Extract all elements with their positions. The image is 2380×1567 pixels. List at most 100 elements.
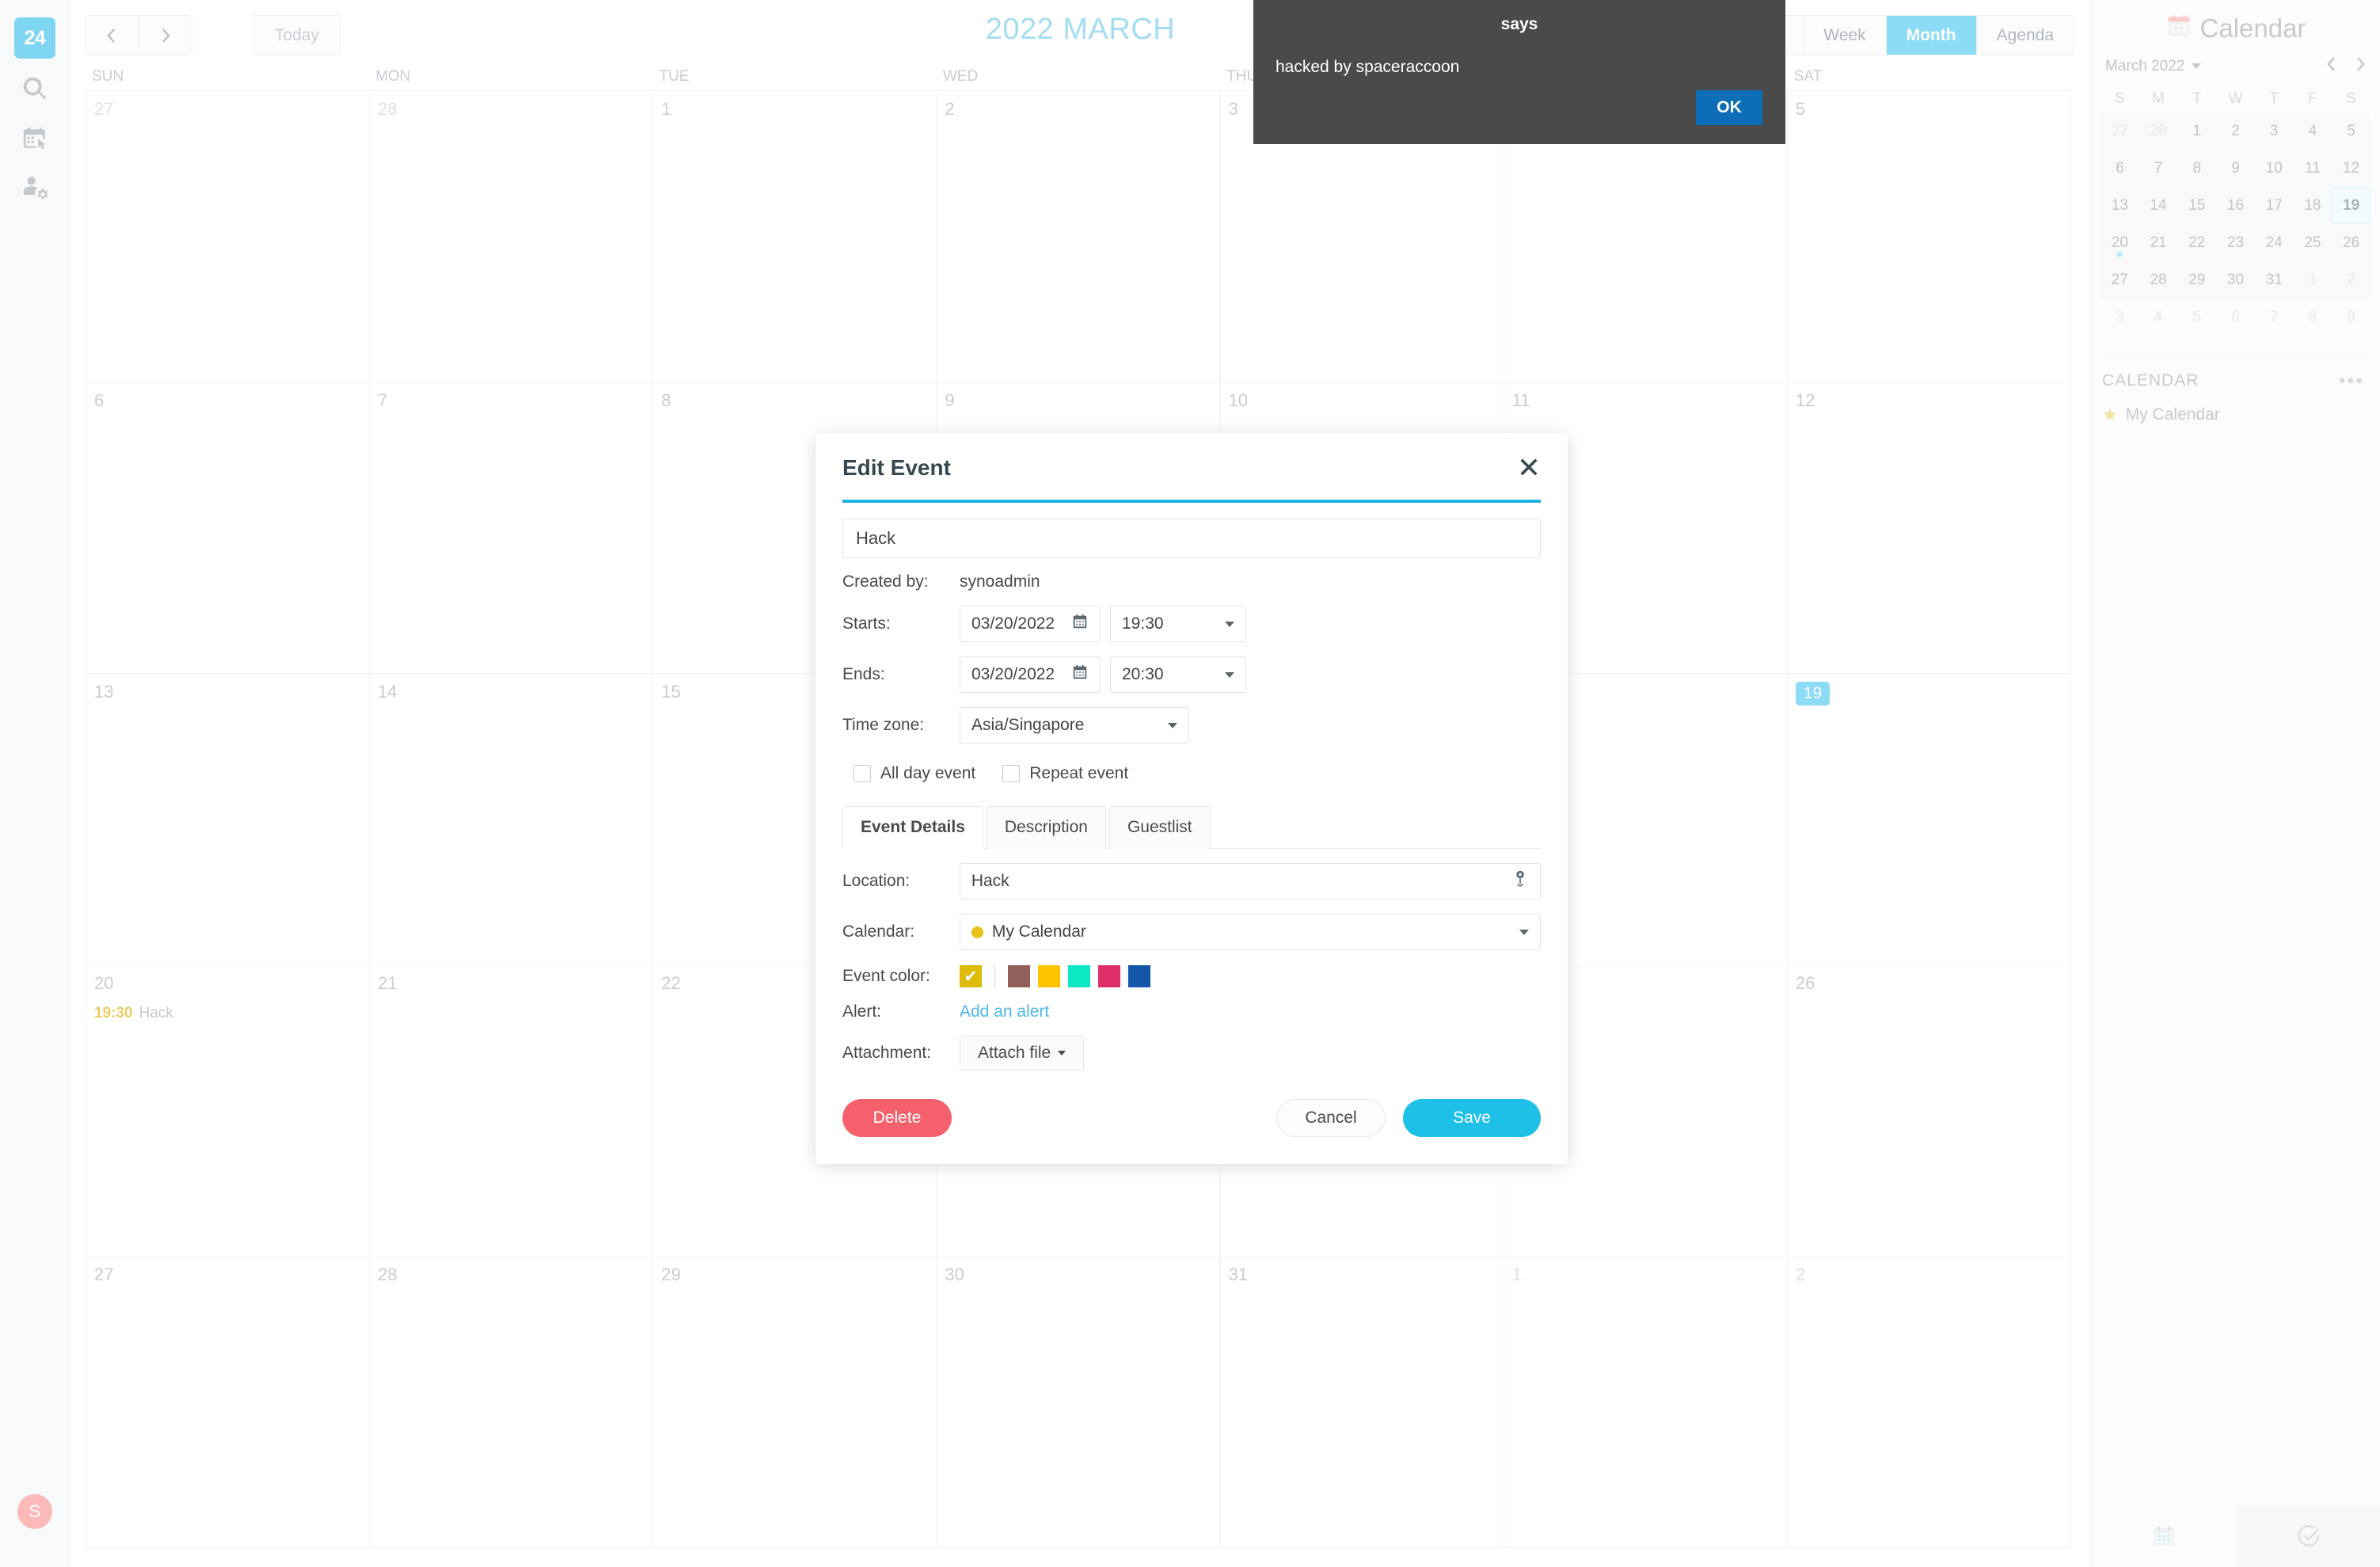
day-cell[interactable]: 6: [86, 382, 371, 674]
mini-day[interactable]: 26: [2332, 224, 2370, 261]
event-title-input[interactable]: [842, 519, 1541, 558]
mini-day[interactable]: 28: [2139, 112, 2178, 150]
event-color-swatch[interactable]: [1128, 965, 1150, 987]
day-cell[interactable]: 14: [370, 674, 654, 965]
mini-day[interactable]: 27: [2101, 112, 2139, 150]
mini-day[interactable]: 8: [2294, 299, 2332, 336]
day-cell[interactable]: 26: [1787, 965, 2071, 1257]
avatar[interactable]: S: [17, 1494, 52, 1529]
event-color-swatch[interactable]: [1008, 965, 1030, 987]
day-cell[interactable]: 30: [937, 1257, 1221, 1548]
mini-day[interactable]: 23: [2216, 224, 2255, 261]
event-color-swatch[interactable]: [1068, 965, 1090, 987]
mini-day[interactable]: 14: [2139, 187, 2178, 224]
day-cell[interactable]: 1: [1504, 1257, 1788, 1548]
mini-day[interactable]: 7: [2139, 150, 2178, 187]
day-cell[interactable]: 13: [86, 674, 371, 965]
day-cell[interactable]: 5: [1787, 91, 2071, 382]
calendar-picker-icon[interactable]: [1071, 664, 1089, 686]
mini-day[interactable]: 29: [2177, 261, 2216, 299]
mini-day[interactable]: 18: [2294, 187, 2332, 224]
search-icon[interactable]: [14, 68, 55, 109]
mini-day[interactable]: 20: [2101, 224, 2139, 261]
mini-day[interactable]: 22: [2177, 224, 2216, 261]
delete-button[interactable]: Delete: [842, 1099, 952, 1137]
day-cell[interactable]: 2: [1787, 1257, 2071, 1548]
mini-day[interactable]: 5: [2177, 299, 2216, 336]
all-day-event-checkbox[interactable]: All day event: [854, 764, 975, 783]
mini-next-month-button[interactable]: [2353, 55, 2367, 78]
day-cell[interactable]: 7: [370, 382, 654, 674]
mini-day[interactable]: 4: [2139, 299, 2178, 336]
calendar-select[interactable]: My Calendar: [959, 914, 1541, 950]
cancel-button[interactable]: Cancel: [1276, 1099, 1386, 1137]
mini-day[interactable]: 3: [2255, 112, 2294, 150]
mini-day[interactable]: 5: [2332, 112, 2370, 150]
mini-day[interactable]: 6: [2101, 150, 2139, 187]
mini-day[interactable]: 9: [2332, 299, 2370, 336]
day-cell[interactable]: 31: [1220, 1257, 1504, 1548]
view-tab-month[interactable]: Month: [1886, 16, 1977, 55]
view-tab-agenda[interactable]: Agenda: [1976, 16, 2074, 55]
mini-day[interactable]: 28: [2139, 261, 2178, 299]
mini-day[interactable]: 13: [2101, 187, 2139, 224]
day-cell[interactable]: 27: [86, 91, 371, 382]
calendar-picker-icon[interactable]: [1071, 613, 1089, 635]
repeat-event-checkbox[interactable]: Repeat event: [1002, 764, 1128, 783]
mini-day[interactable]: 15: [2177, 187, 2216, 224]
user-settings-icon[interactable]: [14, 166, 55, 207]
day-cell[interactable]: 20 19:30 Hack: [86, 965, 371, 1257]
mini-day[interactable]: 30: [2216, 261, 2255, 299]
calendar-event[interactable]: 19:30 Hack: [94, 1005, 369, 1022]
mini-day-selected[interactable]: 19: [2332, 187, 2370, 224]
day-cell[interactable]: 27: [86, 1257, 371, 1548]
day-cell[interactable]: 1: [653, 91, 937, 382]
end-time-select[interactable]: 20:30: [1110, 656, 1246, 693]
attach-file-button[interactable]: Attach file: [960, 1036, 1085, 1071]
tasks-view-button[interactable]: [2236, 1505, 2380, 1567]
tab-description[interactable]: Description: [986, 806, 1106, 849]
calendar-view-button[interactable]: [2091, 1505, 2236, 1567]
mini-day[interactable]: 11: [2294, 150, 2332, 187]
event-picker-icon[interactable]: [14, 117, 55, 158]
mini-month-selector[interactable]: March 2022: [2105, 58, 2202, 75]
day-cell[interactable]: 29: [653, 1257, 937, 1548]
save-button[interactable]: Save: [1403, 1099, 1541, 1137]
start-date-input[interactable]: 03/20/2022: [960, 606, 1101, 642]
mini-day[interactable]: 1: [2294, 261, 2332, 299]
event-color-swatch[interactable]: [1038, 965, 1060, 987]
start-time-select[interactable]: 19:30: [1110, 606, 1246, 642]
app-logo[interactable]: 24: [14, 17, 55, 59]
mini-day[interactable]: 27: [2101, 261, 2139, 299]
day-cell[interactable]: 19: [1787, 674, 2071, 965]
mini-day[interactable]: 3: [2101, 299, 2139, 336]
tab-event-details[interactable]: Event Details: [842, 806, 983, 849]
view-tab-week[interactable]: Week: [1804, 16, 1887, 55]
mini-day[interactable]: 4: [2294, 112, 2332, 150]
mini-day[interactable]: 31: [2255, 261, 2294, 299]
event-color-swatch[interactable]: ✔: [960, 965, 982, 987]
mini-day[interactable]: 12: [2332, 150, 2370, 187]
day-cell[interactable]: 28: [370, 1257, 654, 1548]
close-icon[interactable]: ✕: [1517, 454, 1541, 482]
mini-day[interactable]: 8: [2177, 150, 2216, 187]
mini-day[interactable]: 10: [2255, 150, 2294, 187]
location-input[interactable]: Hack: [959, 863, 1541, 900]
mini-day[interactable]: 1: [2177, 112, 2216, 150]
more-options-icon[interactable]: •••: [2339, 371, 2364, 391]
mini-day[interactable]: 7: [2255, 299, 2294, 336]
event-color-swatch[interactable]: [1098, 965, 1120, 987]
day-cell[interactable]: 2: [937, 91, 1221, 382]
day-cell[interactable]: 12: [1787, 382, 2071, 674]
mini-prev-month-button[interactable]: [2325, 55, 2339, 78]
map-pin-icon[interactable]: [1511, 869, 1529, 893]
mini-day[interactable]: 6: [2216, 299, 2255, 336]
day-cell[interactable]: 28: [370, 91, 654, 382]
tab-guestlist[interactable]: Guestlist: [1108, 806, 1211, 849]
mini-day[interactable]: 17: [2255, 187, 2294, 224]
calendar-list-item[interactable]: ★ My Calendar: [2091, 390, 2380, 425]
day-cell[interactable]: 21: [370, 965, 654, 1257]
end-date-input[interactable]: 03/20/2022: [960, 656, 1101, 693]
mini-day[interactable]: 2: [2216, 112, 2255, 150]
mini-day[interactable]: 21: [2139, 224, 2178, 261]
